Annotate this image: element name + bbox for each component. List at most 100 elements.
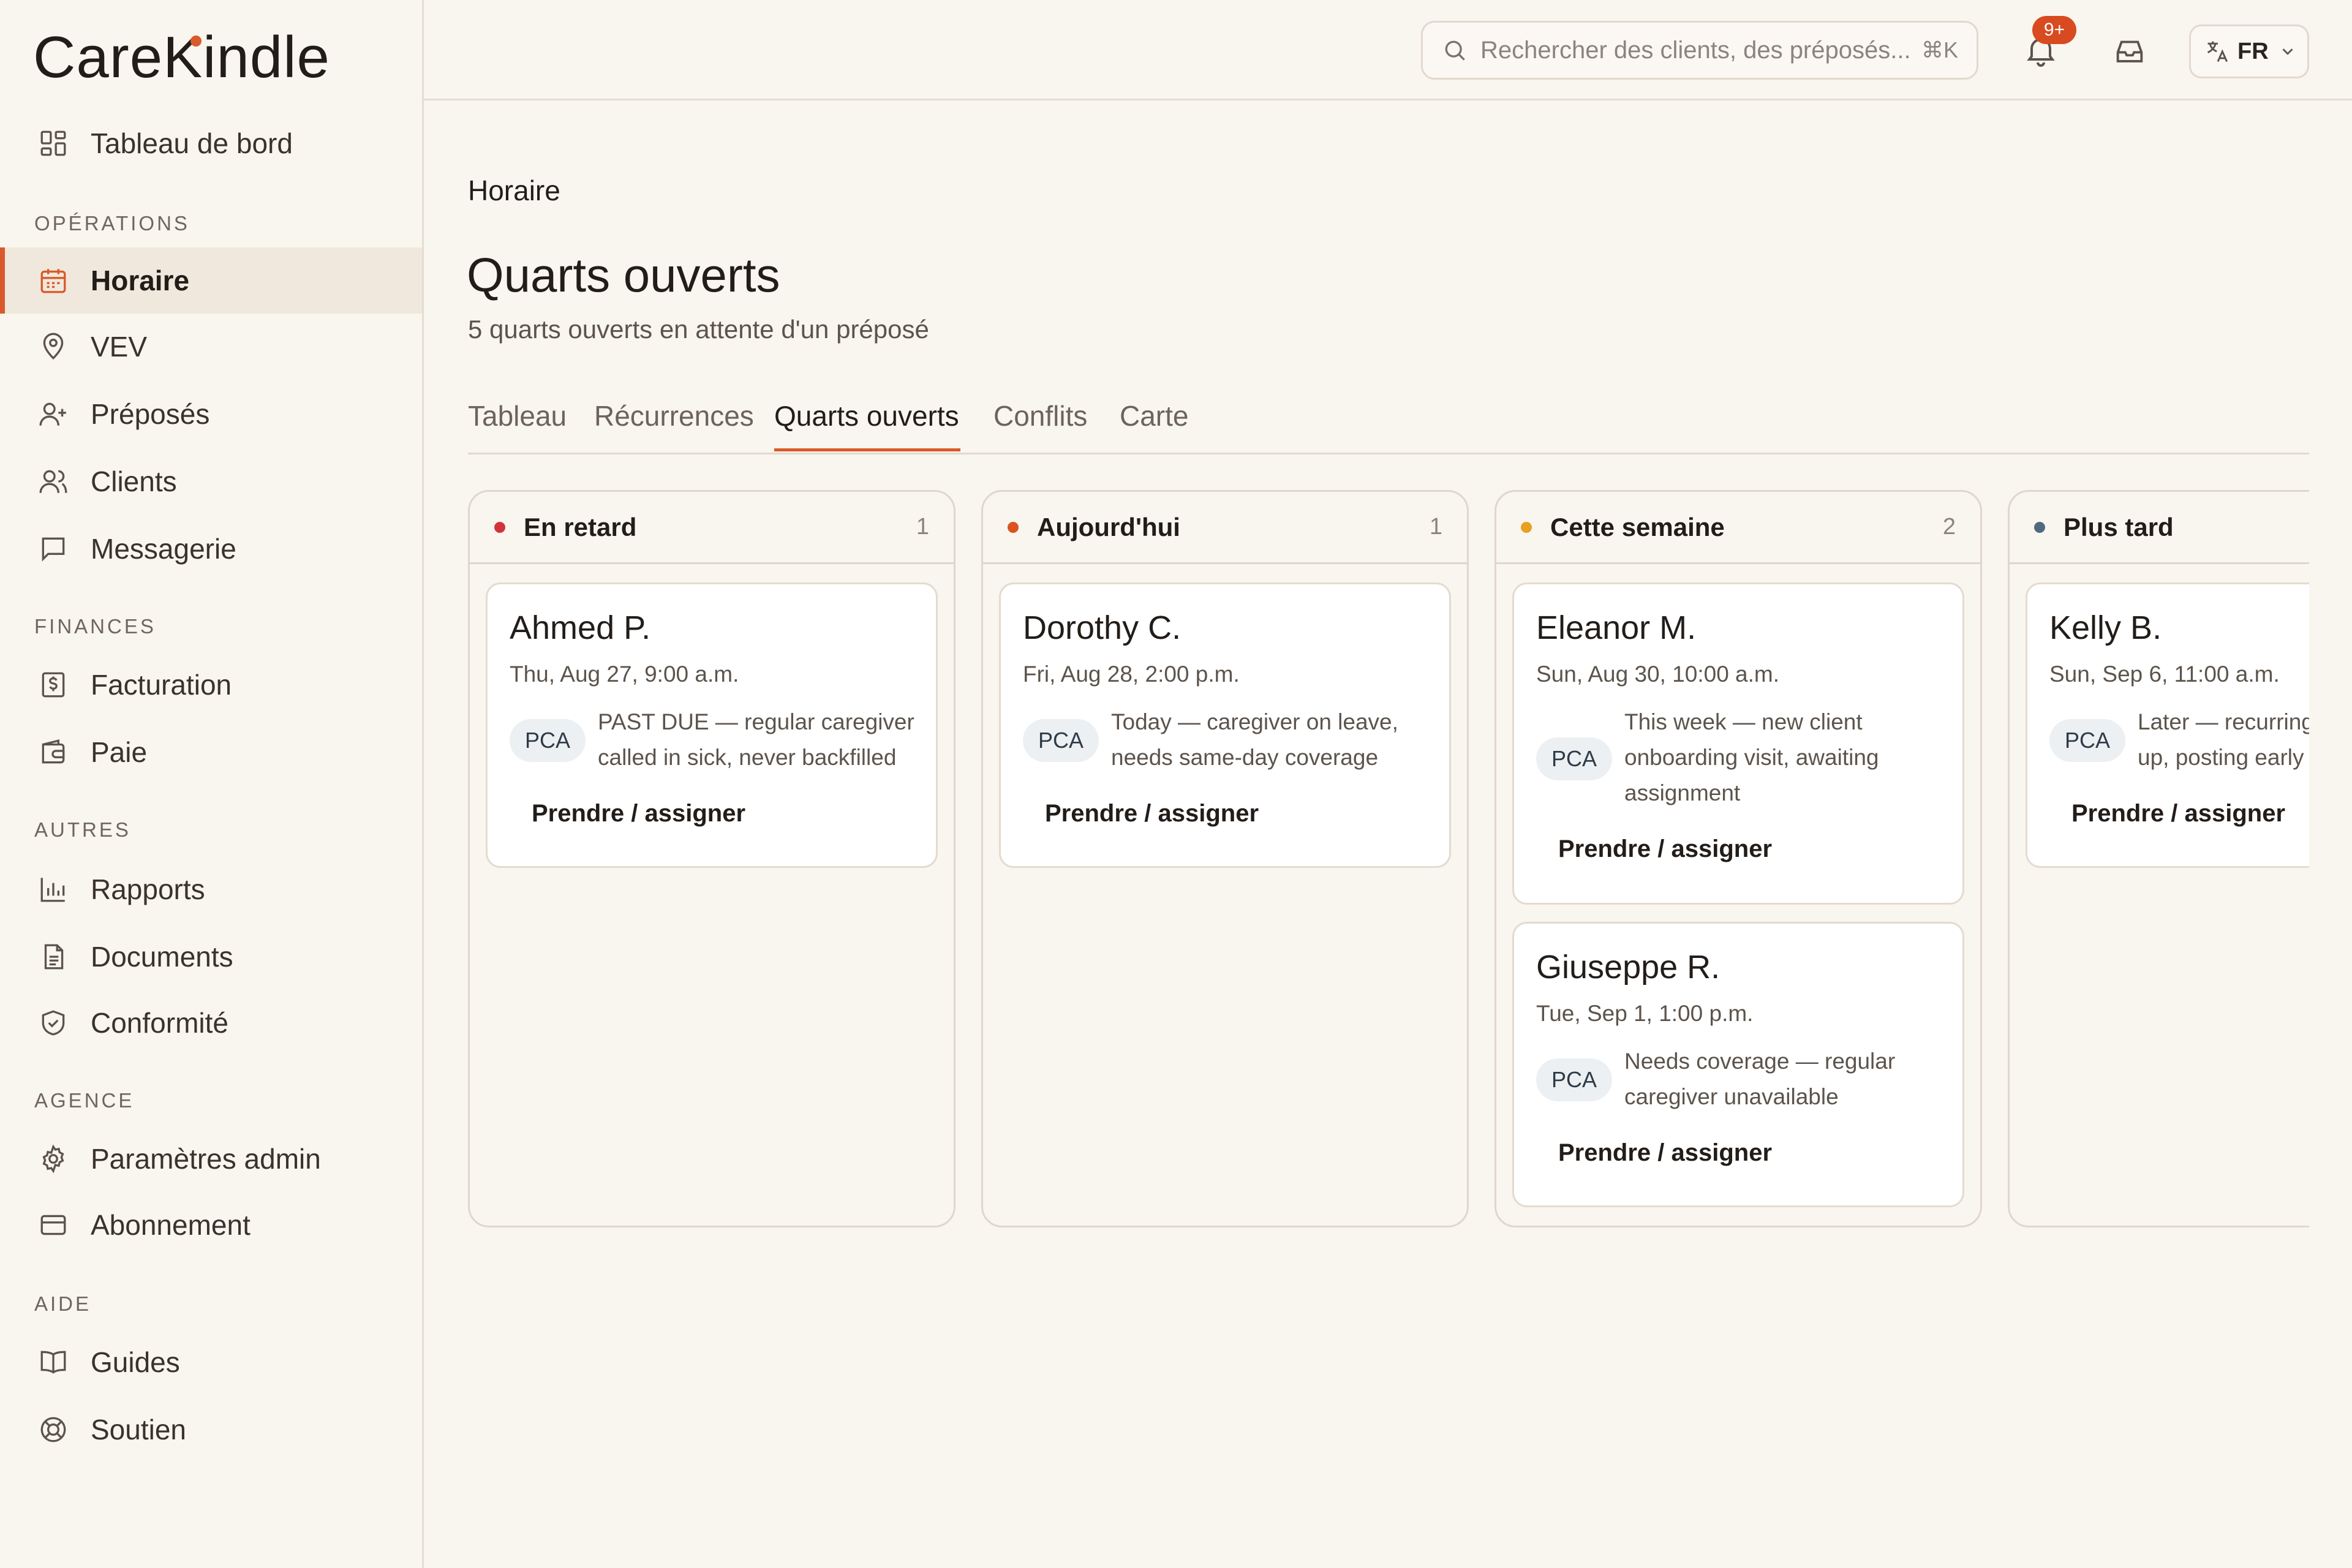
sidebar-item-clients[interactable]: Clients bbox=[0, 448, 422, 514]
page-subtitle: 5 quarts ouverts en attente d'un préposé bbox=[468, 315, 929, 344]
shift-card[interactable]: Eleanor M. Sun, Aug 30, 10:00 a.m. PCA T… bbox=[1512, 582, 1964, 905]
column-count: 2 bbox=[1942, 514, 1956, 540]
sidebar-item-label: Rapports bbox=[91, 873, 205, 905]
shift-card[interactable]: Ahmed P. Thu, Aug 27, 9:00 a.m. PCA PAST… bbox=[486, 582, 938, 868]
lifebuoy-icon bbox=[38, 1414, 69, 1445]
inbox-icon[interactable] bbox=[2112, 33, 2147, 69]
sidebar-item-label: Horaire bbox=[91, 265, 190, 296]
tab-recurrences[interactable]: Récurrences bbox=[594, 399, 754, 432]
shift-note: PAST DUE — regular caregiver called in s… bbox=[598, 709, 914, 770]
section-aide: AIDE bbox=[34, 1292, 92, 1315]
take-assign-button[interactable]: Prendre / assigner bbox=[1558, 1139, 1772, 1167]
breadcrumb[interactable]: Horaire bbox=[468, 174, 560, 207]
service-tag: PCA bbox=[1536, 1058, 1612, 1101]
tab-carte[interactable]: Carte bbox=[1120, 399, 1188, 432]
users-icon bbox=[38, 466, 69, 497]
shield-check-icon bbox=[38, 1008, 69, 1038]
shift-time: Tue, Sep 1, 1:00 p.m. bbox=[1536, 1001, 1754, 1026]
page-title: Quarts ouverts bbox=[467, 248, 780, 302]
client-name: Eleanor M. bbox=[1536, 609, 1697, 646]
sidebar-item-parametres-admin[interactable]: Paramètres admin bbox=[0, 1126, 422, 1192]
sidebar-item-rapports[interactable]: Rapports bbox=[0, 856, 422, 922]
shift-card[interactable]: Kelly B. Sun, Sep 6, 11:00 a.m. PCA Late… bbox=[2026, 582, 2309, 868]
sidebar-item-dashboard[interactable]: Tableau de bord bbox=[0, 110, 422, 176]
column-aujourdhui: Aujourd'hui 1 Dorothy C. Fri, Aug 28, 2:… bbox=[981, 490, 1469, 1227]
status-dot bbox=[494, 521, 505, 533]
search-placeholder: Rechercher des clients, des préposés... bbox=[1480, 36, 1911, 64]
sidebar-item-label: Soutien bbox=[91, 1414, 187, 1446]
column-en-retard: En retard 1 Ahmed P. Thu, Aug 27, 9:00 a… bbox=[468, 490, 956, 1227]
search-bar[interactable]: Rechercher des clients, des préposés... … bbox=[1421, 21, 1978, 80]
take-assign-button[interactable]: Prendre / assigner bbox=[2071, 800, 2285, 827]
section-autres: AUTRES bbox=[34, 818, 131, 841]
document-icon bbox=[38, 941, 69, 972]
service-tag: PCA bbox=[1023, 719, 1099, 762]
map-pin-icon bbox=[38, 331, 69, 362]
sidebar-item-documents[interactable]: Documents bbox=[0, 924, 422, 990]
calendar-icon bbox=[38, 265, 69, 296]
bar-chart-icon bbox=[38, 874, 69, 905]
shift-time: Thu, Aug 27, 9:00 a.m. bbox=[510, 662, 739, 687]
sidebar-item-messagerie[interactable]: Messagerie bbox=[0, 516, 422, 582]
tab-tableau[interactable]: Tableau bbox=[468, 399, 567, 432]
column-title: Plus tard bbox=[2064, 512, 2174, 541]
sidebar-item-conformite[interactable]: Conformité bbox=[0, 990, 422, 1056]
status-dot bbox=[1521, 521, 1532, 533]
take-assign-button[interactable]: Prendre / assigner bbox=[1045, 800, 1259, 827]
sidebar-item-abonnement[interactable]: Abonnement bbox=[0, 1192, 422, 1258]
sidebar-item-horaire[interactable]: Horaire bbox=[0, 247, 422, 314]
client-name: Ahmed P. bbox=[510, 609, 651, 646]
shift-note: Later — recurring follow- up, posting ea… bbox=[2138, 709, 2309, 770]
sidebar-item-preposes[interactable]: Préposés bbox=[0, 381, 422, 447]
sidebar-item-paie[interactable]: Paie bbox=[0, 719, 422, 785]
column-header: Plus tard bbox=[2010, 492, 2309, 564]
shift-note: This week — new client onboarding visit,… bbox=[1624, 709, 1879, 805]
gear-icon bbox=[38, 1144, 69, 1174]
search-shortcut: ⌘K bbox=[1921, 37, 1958, 62]
carekindle-logo[interactable]: CareK indle bbox=[33, 27, 330, 88]
tab-quarts-ouverts[interactable]: Quarts ouverts bbox=[774, 399, 959, 432]
column-title: En retard bbox=[524, 512, 637, 541]
sidebar-item-label: Clients bbox=[91, 466, 177, 497]
section-finances: FINANCES bbox=[34, 615, 156, 638]
take-assign-button[interactable]: Prendre / assigner bbox=[532, 800, 745, 827]
section-operations: OPÉRATIONS bbox=[34, 212, 190, 235]
sidebar-item-label: Paramètres admin bbox=[91, 1143, 321, 1175]
tab-conflits[interactable]: Conflits bbox=[993, 399, 1087, 432]
sidebar-item-label: Documents bbox=[91, 941, 233, 973]
column-header: Cette semaine 2 bbox=[1496, 492, 1980, 564]
book-icon bbox=[38, 1347, 69, 1378]
column-title: Aujourd'hui bbox=[1037, 512, 1180, 541]
sidebar-item-guides[interactable]: Guides bbox=[0, 1329, 422, 1395]
sidebar-item-label: Guides bbox=[91, 1346, 180, 1378]
language-selector[interactable]: FR bbox=[2189, 24, 2309, 78]
invoice-dollar-icon bbox=[38, 669, 69, 700]
sidebar: CareK indle Tableau de bord OPÉRATIONS Ho… bbox=[0, 0, 424, 1568]
service-tag: PCA bbox=[2049, 719, 2125, 762]
client-name: Dorothy C. bbox=[1023, 609, 1182, 646]
translate-icon bbox=[2204, 38, 2231, 65]
take-assign-button[interactable]: Prendre / assigner bbox=[1558, 835, 1772, 863]
shift-card[interactable]: Giuseppe R. Tue, Sep 1, 1:00 p.m. PCA Ne… bbox=[1512, 922, 1964, 1207]
active-tab-indicator bbox=[774, 448, 960, 451]
column-plus-tard: Plus tard Kelly B. Sun, Sep 6, 11:00 a.m… bbox=[2008, 490, 2309, 1227]
logo-dot bbox=[190, 36, 202, 47]
sidebar-item-label: Paie bbox=[91, 736, 148, 768]
shift-note: Today — caregiver on leave, needs same-d… bbox=[1111, 709, 1398, 770]
column-title: Cette semaine bbox=[1550, 512, 1725, 541]
search-icon bbox=[1441, 37, 1468, 64]
service-tag: PCA bbox=[1536, 737, 1612, 780]
sidebar-item-vev[interactable]: VEV bbox=[0, 314, 422, 380]
sidebar-item-label: Préposés bbox=[91, 398, 210, 430]
sidebar-item-label: Conformité bbox=[91, 1007, 228, 1039]
column-count: 1 bbox=[916, 514, 929, 540]
language-label: FR bbox=[2237, 38, 2269, 64]
dashboard-grid-icon bbox=[38, 128, 69, 159]
sidebar-item-facturation[interactable]: Facturation bbox=[0, 652, 422, 718]
sidebar-item-label: Facturation bbox=[91, 669, 232, 701]
column-cette-semaine: Cette semaine 2 Eleanor M. Sun, Aug 30, … bbox=[1494, 490, 1982, 1227]
wallet-icon bbox=[38, 737, 69, 767]
service-tag: PCA bbox=[510, 719, 586, 762]
sidebar-item-soutien[interactable]: Soutien bbox=[0, 1396, 422, 1463]
shift-card[interactable]: Dorothy C. Fri, Aug 28, 2:00 p.m. PCA To… bbox=[999, 582, 1451, 868]
